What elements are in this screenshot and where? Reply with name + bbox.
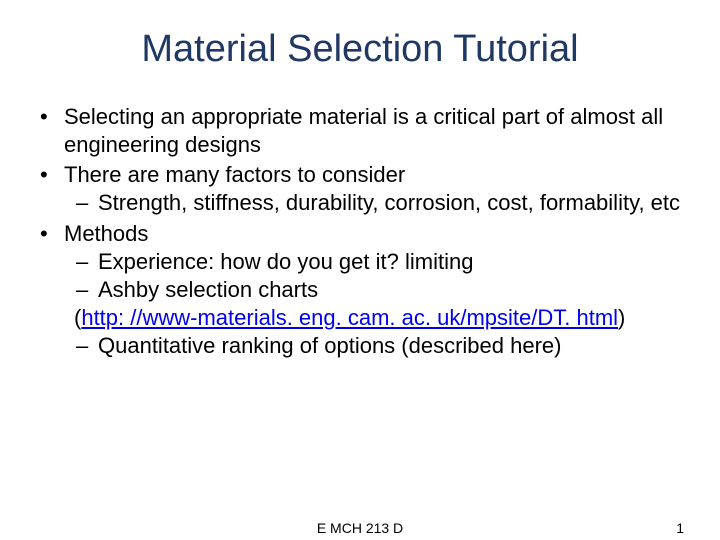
sub-item: Experience: how do you get it? limiting (74, 248, 690, 276)
footer-course-code: E MCH 213 D (0, 520, 720, 536)
sub-list: Strength, stiffness, durability, corrosi… (74, 189, 690, 217)
sub-text: Experience: how do you get it? limiting (98, 249, 473, 274)
sub-text: Ashby selection charts (98, 277, 318, 302)
footer-page-number: 1 (676, 520, 684, 536)
link-line: (http: //www-materials. eng. cam. ac. uk… (64, 304, 690, 332)
sub-list: Experience: how do you get it? limiting … (74, 248, 690, 304)
bullet-list: Selecting an appropriate material is a c… (36, 103, 690, 360)
bullet-item-1: Selecting an appropriate material is a c… (36, 103, 690, 159)
slide-title: Material Selection Tutorial (30, 28, 690, 71)
bullet-item-3: Methods Experience: how do you get it? l… (36, 220, 690, 361)
sub-item: Ashby selection charts (74, 276, 690, 304)
sub-text: Quantitative ranking of options (describ… (98, 333, 561, 358)
paren-close: ) (618, 305, 625, 330)
bullet-item-2: There are many factors to consider Stren… (36, 161, 690, 217)
bullet-text: Selecting an appropriate material is a c… (64, 104, 663, 157)
slide: Material Selection Tutorial Selecting an… (0, 0, 720, 540)
sub-item: Strength, stiffness, durability, corrosi… (74, 189, 690, 217)
sub-text: Strength, stiffness, durability, corrosi… (98, 190, 680, 215)
sub-item: Quantitative ranking of options (describ… (74, 332, 690, 360)
sub-list: Quantitative ranking of options (describ… (74, 332, 690, 360)
ashby-link[interactable]: http: //www-materials. eng. cam. ac. uk/… (81, 305, 618, 330)
bullet-text: There are many factors to consider (64, 162, 405, 187)
bullet-text: Methods (64, 221, 148, 246)
